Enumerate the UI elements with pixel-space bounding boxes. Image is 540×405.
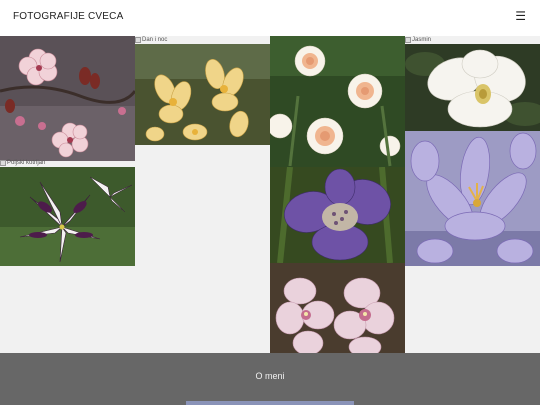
- broken-image-icon: [0, 160, 6, 166]
- photo-alt-text: Poljski kotrljan: [0, 160, 45, 166]
- photo-pink-orchid[interactable]: [270, 263, 405, 353]
- hamburger-icon[interactable]: ☰: [515, 9, 526, 23]
- broken-image-icon: [135, 37, 141, 43]
- footer: O meni: [0, 353, 540, 405]
- alt-label: Dan i noc: [142, 37, 168, 43]
- alt-label: Jasmin: [412, 37, 432, 43]
- photo-poljski-kotrljan[interactable]: [0, 167, 135, 266]
- photo-alt-text: Jasmin: [405, 37, 431, 43]
- photo-gallery: Poljski kotrljan Dan i noc Jasmin: [0, 36, 540, 353]
- photo-iris[interactable]: [270, 167, 405, 263]
- photo-peach-daffodils[interactable]: [270, 36, 405, 167]
- broken-image-icon: [405, 37, 411, 43]
- photo-purple-crocus[interactable]: [405, 131, 540, 266]
- photo-dan-i-noc[interactable]: [135, 44, 270, 145]
- site-title[interactable]: FOTOGRAFIJE CVECA: [13, 11, 123, 22]
- top-bar: FOTOGRAFIJE CVECA ☰: [0, 0, 540, 36]
- photo-jasmin[interactable]: [405, 44, 540, 131]
- photo-cherry-blossom[interactable]: [0, 36, 135, 161]
- alt-label: Poljski kotrljan: [7, 160, 46, 166]
- photo-alt-text: Dan i noc: [135, 37, 167, 43]
- footer-accent-bar: [186, 401, 354, 405]
- about-link[interactable]: O meni: [0, 371, 540, 381]
